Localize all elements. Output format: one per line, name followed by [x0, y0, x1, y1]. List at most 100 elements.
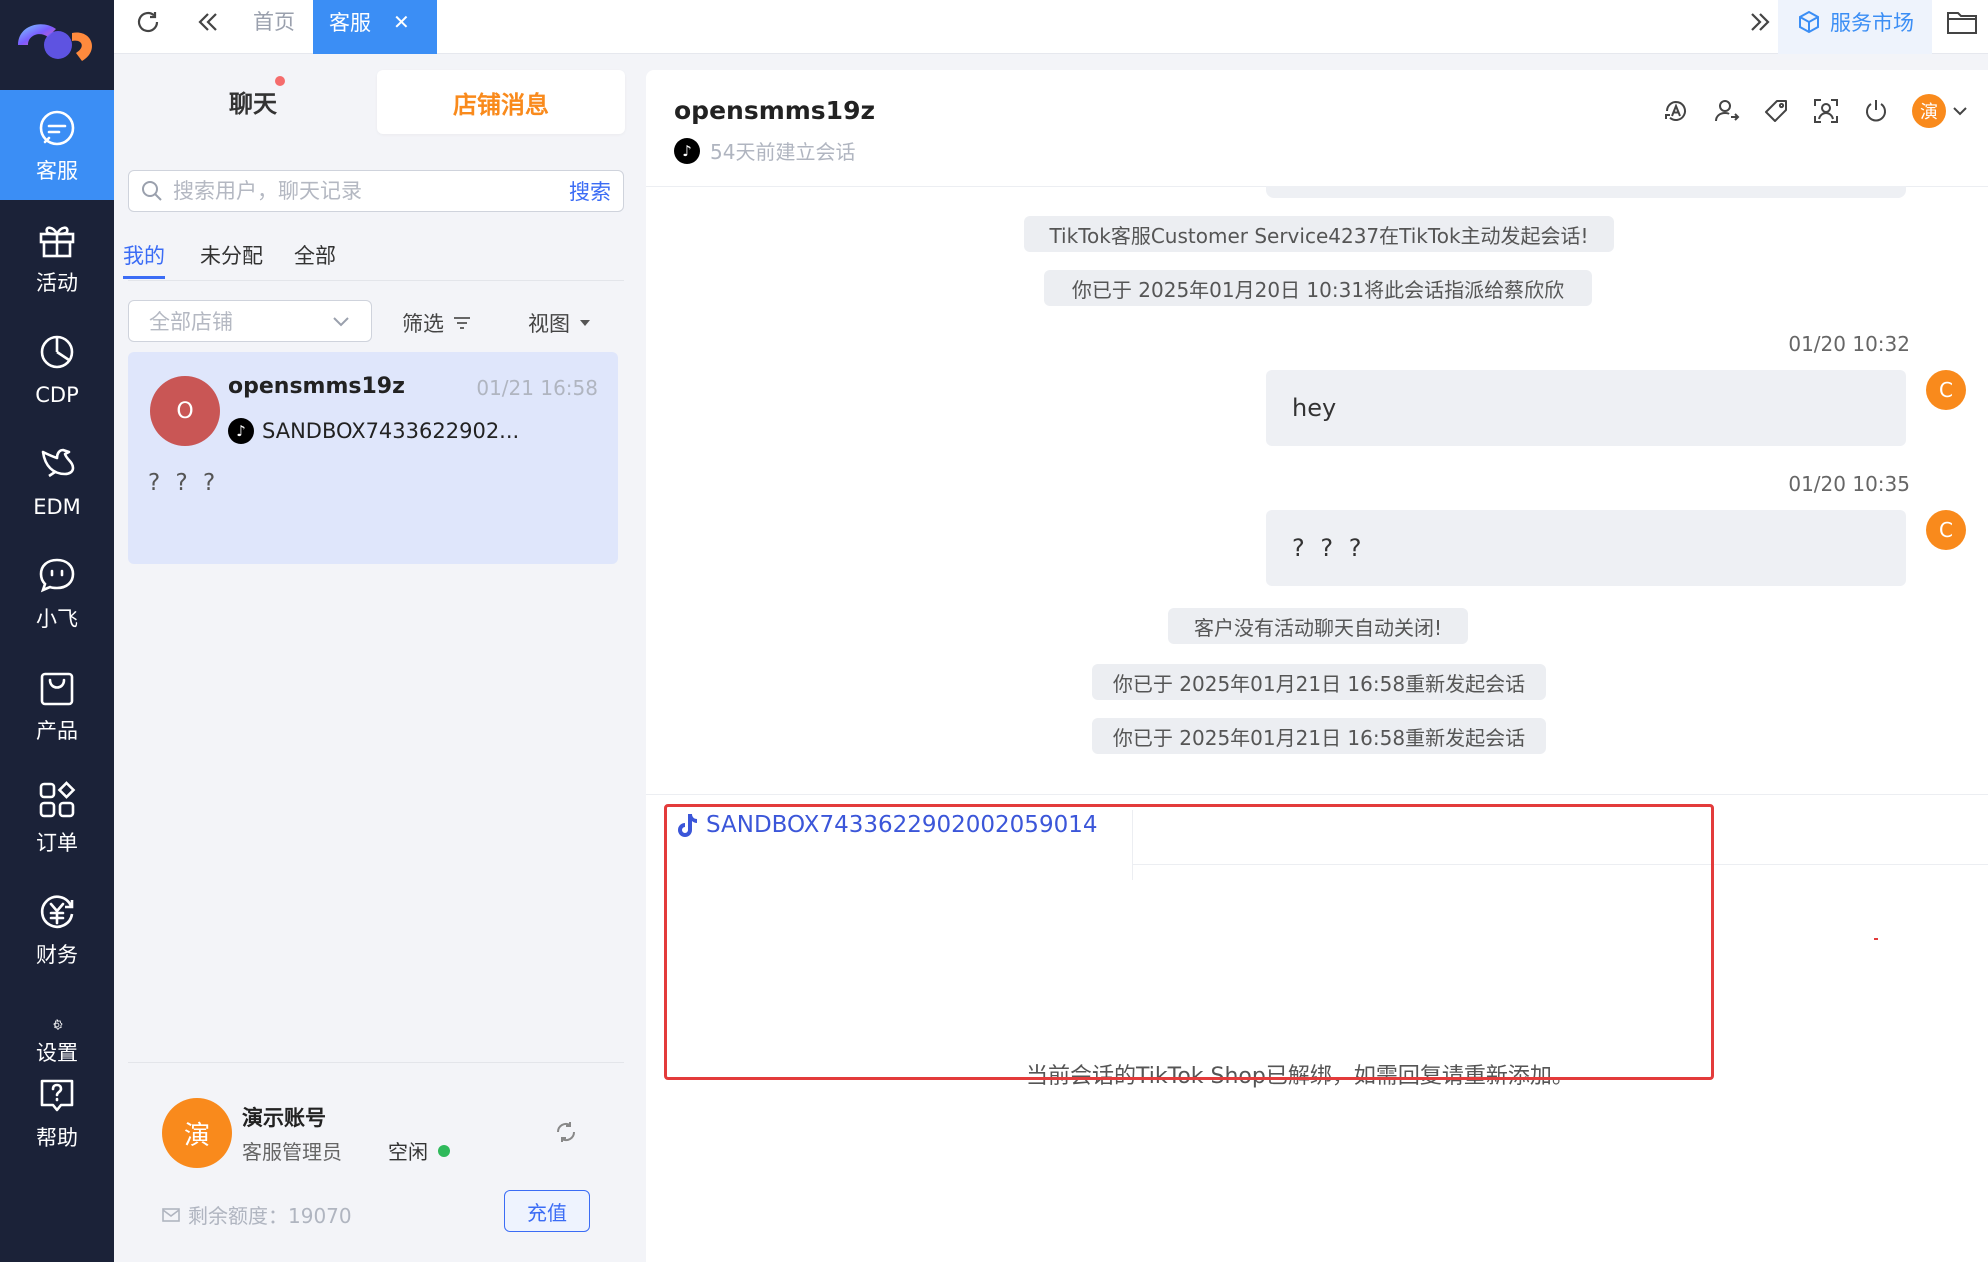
- user-icon: [1715, 100, 1740, 122]
- message-bubble: [1266, 186, 1906, 198]
- shop-name: SANDBOX7433622902...: [262, 419, 520, 443]
- chat-bubble-icon: [39, 110, 75, 146]
- nav-item-label: 小飞: [36, 607, 78, 631]
- nav-item-customer-service[interactable]: 客服: [0, 90, 114, 200]
- nav-item-label: 帮助: [36, 1126, 78, 1150]
- status-label: 空闲: [388, 1140, 428, 1164]
- unbound-shop-notice: 当前会话的TikTok Shop已解绑，如需回复请重新添加。: [1026, 1064, 1574, 1089]
- nav-item-cdp[interactable]: CDP: [0, 314, 114, 424]
- mail-icon: [162, 1207, 180, 1222]
- logo-icon: [18, 24, 93, 61]
- tab-home[interactable]: 首页: [253, 0, 295, 54]
- account-status[interactable]: 空闲: [388, 1136, 450, 1165]
- cube-icon: [1799, 10, 1819, 34]
- nav-item-label: 财务: [36, 943, 78, 967]
- store-select[interactable]: 全部店铺: [128, 300, 372, 342]
- agent-avatar: 演: [1912, 94, 1946, 128]
- refresh-icon: [137, 11, 159, 33]
- folder-icon: [1947, 12, 1977, 34]
- gear-icon: [53, 1019, 63, 1030]
- collapse-tabs-button[interactable]: [188, 0, 228, 54]
- recharge-button[interactable]: 充值: [504, 1190, 590, 1232]
- nav-item-label: 活动: [36, 271, 78, 295]
- app-logo[interactable]: [0, 0, 114, 90]
- translate-icon: [1665, 101, 1686, 121]
- account-avatar[interactable]: 演: [162, 1098, 232, 1168]
- compose-shop-tab[interactable]: SANDBOX7433622902002059014: [674, 812, 1097, 838]
- message-bubble: hey: [1266, 370, 1906, 446]
- robot-face-icon: [39, 558, 75, 593]
- left-nav: 客服 活动 CDP EDM 小飞 产品 订单 财务 设置 帮助: [0, 0, 114, 1262]
- tiktok-icon: [678, 814, 697, 837]
- tab-all[interactable]: 全部: [294, 240, 336, 270]
- conversation-time: 01/21 16:58: [476, 376, 598, 400]
- help-icon: [40, 1079, 74, 1112]
- service-market-button[interactable]: 服务市场: [1778, 0, 1932, 54]
- account-name: 演示账号: [242, 1106, 326, 1130]
- compose-tab-divider: [1132, 810, 1133, 880]
- nav-item-xiaofei[interactable]: 小飞: [0, 538, 114, 648]
- filter-button[interactable]: 筛选: [402, 308, 472, 338]
- nav-item-activity[interactable]: 活动: [0, 202, 114, 312]
- nav-item-edm[interactable]: EDM: [0, 426, 114, 536]
- nav-item-finance[interactable]: 财务: [0, 874, 114, 984]
- expand-tabs-button[interactable]: [1740, 0, 1780, 54]
- folder-button[interactable]: [1942, 0, 1982, 54]
- tiktok-icon: ♪: [228, 418, 254, 444]
- chat-customer-name: opensmms19z: [674, 96, 876, 125]
- tab-mine[interactable]: 我的: [123, 240, 165, 270]
- translate-button[interactable]: [1662, 97, 1690, 125]
- search-button[interactable]: 搜索: [569, 176, 611, 206]
- nav-item-settings[interactable]: 设置: [0, 986, 114, 1066]
- tabs-divider: [128, 280, 624, 281]
- search-input[interactable]: [173, 179, 569, 203]
- status-dot: [438, 1144, 450, 1157]
- power-icon: [1866, 100, 1886, 122]
- grid-icon: [39, 781, 76, 818]
- message-timestamp: 01/20 10:32: [1788, 332, 1910, 356]
- account-divider: [128, 1062, 624, 1063]
- customer-avatar: O: [150, 376, 220, 446]
- system-message: 你已于 2025年01月21日 16:58重新发起会话: [1092, 718, 1546, 754]
- tab-unassigned[interactable]: 未分配: [200, 240, 263, 270]
- highlight-annotation-box: [664, 804, 1714, 1080]
- status-refresh-button[interactable]: [552, 1118, 580, 1150]
- system-message: 你已于 2025年01月21日 16:58重新发起会话: [1092, 664, 1546, 700]
- view-button[interactable]: 视图: [528, 308, 592, 338]
- conversation-item[interactable]: O opensmms19z 01/21 16:58 ♪ SANDBOX74336…: [128, 352, 618, 564]
- nav-item-label: 客服: [36, 159, 78, 183]
- double-chevron-right-icon: [1751, 13, 1770, 31]
- segment-shop-messages[interactable]: 店铺消息: [377, 70, 625, 134]
- compose-tab-underline: [1132, 864, 1988, 865]
- compose-shop-name: SANDBOX7433622902002059014: [706, 812, 1098, 838]
- nav-item-label: EDM: [33, 495, 81, 519]
- conversation-panel: 聊天 店铺消息 搜索 我的 未分配 全部 全部店铺 筛选 视图 O opensm…: [114, 54, 630, 1262]
- close-icon[interactable]: ✕: [393, 10, 410, 34]
- sender-avatar: C: [1926, 510, 1966, 550]
- nav-item-orders[interactable]: 订单: [0, 762, 114, 872]
- assign-user-button[interactable]: [1712, 97, 1740, 125]
- remaining-quota: 剩余额度：19070: [162, 1200, 352, 1229]
- double-chevron-left-icon: [198, 13, 217, 31]
- system-message: 客户没有活动聊天自动关闭!: [1168, 608, 1468, 644]
- top-tab-bar: 首页 客服 ✕ 服务市场: [114, 0, 1988, 54]
- nav-item-products[interactable]: 产品: [0, 650, 114, 760]
- tab-customer-service[interactable]: 客服 ✕: [313, 0, 437, 54]
- tag-button[interactable]: [1762, 97, 1790, 125]
- nav-item-help[interactable]: 帮助: [0, 1062, 114, 1162]
- nav-item-label: 订单: [36, 831, 78, 855]
- chevron-down-icon: [333, 317, 349, 327]
- customer-profile-button[interactable]: [1812, 97, 1840, 125]
- account-role: 客服管理员: [242, 1140, 342, 1164]
- nav-item-label: CDP: [35, 383, 79, 407]
- refresh-button[interactable]: [128, 0, 168, 54]
- session-age: 54天前建立会话: [710, 140, 856, 164]
- yuan-icon: [40, 895, 74, 929]
- segment-chat[interactable]: 聊天: [229, 84, 277, 119]
- tiktok-icon: ♪: [674, 137, 700, 164]
- filter-label: 筛选: [402, 312, 444, 336]
- annotation-mark: [1874, 938, 1878, 940]
- unread-dot: [275, 76, 285, 86]
- agent-menu[interactable]: 演: [1912, 94, 1968, 128]
- end-session-button[interactable]: [1862, 97, 1890, 125]
